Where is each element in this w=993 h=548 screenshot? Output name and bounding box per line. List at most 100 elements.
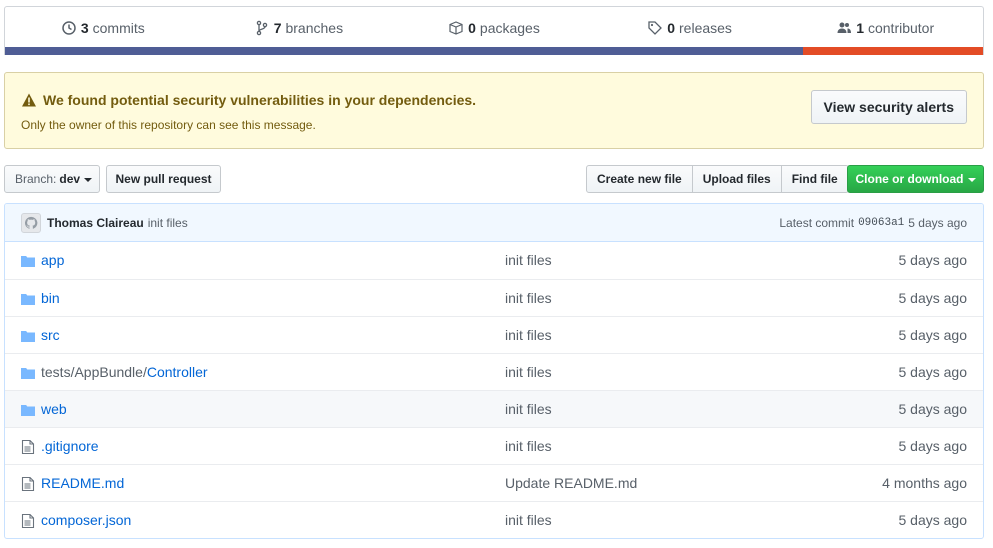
folder-icon [21,331,35,342]
commit-age: 5 days ago [908,216,967,230]
file-icon [21,439,35,455]
commit-author-link[interactable]: Thomas Claireau [47,216,144,230]
table-row[interactable]: web init files 5 days ago [5,390,983,427]
folder-icon [21,368,35,379]
file-name-link[interactable]: src [41,327,60,343]
contributors-link[interactable]: 1 contributor [787,7,983,48]
find-file-button[interactable]: Find file [780,165,849,193]
file-name-link[interactable]: composer.json [41,512,131,528]
language-segment-secondary[interactable] [803,47,983,55]
branches-label: branches [285,19,344,36]
file-age: 5 days ago [898,512,968,528]
commit-message-link[interactable]: init files [148,216,188,230]
view-security-alerts-button[interactable]: View security alerts [810,90,967,124]
folder-icon [21,294,35,305]
file-commit-message-link[interactable]: init files [505,290,552,306]
releases-label: releases [679,19,732,36]
file-age: 4 months ago [882,475,967,491]
packages-label: packages [479,19,540,36]
alert-title-row: We found potential security vulnerabilit… [21,92,476,108]
chevron-down-icon [84,178,93,182]
file-name: src [41,327,60,343]
branch-name: dev [59,172,81,186]
file-age: 5 days ago [898,438,968,454]
contributors-label: contributor [867,19,935,36]
security-alert-banner: We found potential security vulnerabilit… [4,72,984,149]
language-segment-primary[interactable] [5,47,804,55]
file-name-link[interactable]: app [41,252,64,268]
folder-icon [21,405,35,416]
contributors-count: 1 [856,19,864,36]
table-row[interactable]: app init files 5 days ago [5,242,983,279]
file-commit-message-link[interactable]: init files [505,401,552,417]
packages-link[interactable]: 0 packages [396,7,592,48]
branches-count: 7 [273,19,282,36]
file-name: .gitignore [41,438,99,454]
folder-icon [21,256,35,267]
avatar[interactable] [21,212,41,233]
commit-sha-link[interactable]: 09063a1 [858,217,904,229]
alert-icon [22,93,36,107]
packages-count: 0 [468,19,476,36]
file-name-link[interactable]: .gitignore [41,438,99,454]
file-name-link[interactable]: Controller [147,364,208,380]
file-name: README.md [41,475,124,491]
new-pull-request-button[interactable]: New pull request [106,165,221,193]
file-commit-message-link[interactable]: init files [505,364,552,380]
file-table: Thomas Claireau init files Latest commit… [4,203,984,539]
repo-summary-bar: 3 commits 7 branches 0 packages 0 releas… [4,6,984,55]
clone-or-download-button[interactable]: Clone or download [847,165,984,193]
file-commit-message-link[interactable]: init files [505,327,552,343]
commits-link[interactable]: 3 commits [5,7,201,48]
table-row[interactable]: tests/AppBundle/Controller init files 5 da… [5,353,983,390]
file-actions-group: Create new file Upload files Find file [586,165,849,193]
table-row[interactable]: README.md Update README.md 4 months ago [5,464,983,501]
file-icon [21,513,35,529]
file-path-prefix: tests/AppBundle/ [41,364,147,380]
commits-count: 3 [80,19,89,36]
table-row[interactable]: .gitignore init files 5 days ago [5,427,983,464]
file-age: 5 days ago [898,252,968,268]
package-icon [449,20,463,35]
branches-link[interactable]: 7 branches [201,7,397,48]
file-age: 5 days ago [898,401,968,417]
file-name-link[interactable]: web [41,401,67,417]
file-name: bin [41,290,60,306]
clone-label: Clone or download [855,172,964,186]
language-bar[interactable] [5,47,983,55]
file-name: app [41,252,64,268]
alert-subtitle: Only the owner of this repository can se… [21,118,316,132]
upload-files-button[interactable]: Upload files [691,165,782,193]
file-commit-message-link[interactable]: init files [505,252,552,268]
people-icon [837,22,852,33]
file-commit-message-link[interactable]: Update README.md [505,475,637,491]
releases-link[interactable]: 0 releases [592,7,788,48]
branch-prefix: Branch: [15,172,57,186]
file-icon [21,476,35,492]
file-commit-message-link[interactable]: init files [505,512,552,528]
file-age: 5 days ago [898,290,968,306]
branch-select-button[interactable]: Branch: dev [4,165,100,193]
alert-title: We found potential security vulnerabilit… [43,92,477,108]
file-name: web [41,401,67,417]
file-commit-message-link[interactable]: init files [505,438,552,454]
latest-commit-info: Latest commit 09063a1 5 days ago [779,204,967,242]
file-list: app init files 5 days ago bin init files 5 da… [5,242,983,538]
file-age: 5 days ago [898,364,968,380]
table-row[interactable]: src init files 5 days ago [5,316,983,353]
table-row[interactable]: bin init files 5 days ago [5,279,983,316]
github-octocat-icon [24,216,38,229]
create-new-file-button[interactable]: Create new file [586,165,693,193]
table-row[interactable]: composer.json init files 5 days ago [5,501,983,538]
latest-commit-bar: Thomas Claireau init files Latest commit… [5,204,983,242]
file-name-link[interactable]: bin [41,290,60,306]
git-branch-icon [256,20,267,35]
file-name: tests/AppBundle/Controller [41,364,208,380]
history-icon [62,20,76,35]
file-age: 5 days ago [898,327,968,343]
latest-commit-label: Latest commit [779,216,855,230]
file-name-link[interactable]: README.md [41,475,124,491]
commits-label: commits [92,19,145,36]
file-name: composer.json [41,512,131,528]
chevron-down-icon [967,178,976,182]
